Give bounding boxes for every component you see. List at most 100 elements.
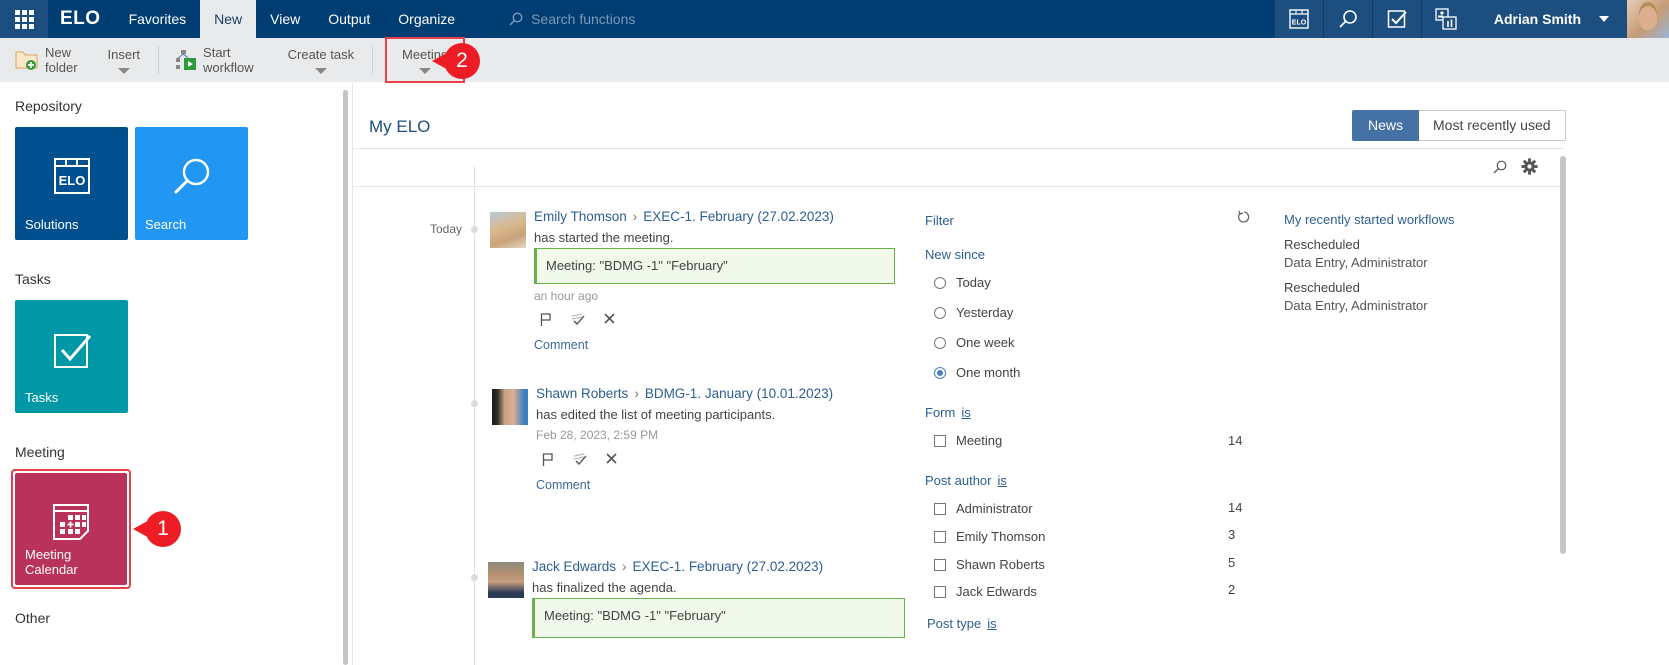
feed-settings-button[interactable] xyxy=(1521,158,1538,180)
solutions-icon: ELO xyxy=(1289,9,1309,29)
post-author-link[interactable]: Jack Edwards xyxy=(532,559,616,574)
top-navigation-bar: ELO Favorites New View Output Organize S… xyxy=(0,0,1669,38)
marker-number: 1 xyxy=(145,511,181,547)
refresh-button[interactable] xyxy=(1237,210,1251,229)
post-quote[interactable]: Meeting: "BDMG -1" "February" xyxy=(532,598,905,638)
checkbox[interactable] xyxy=(934,502,946,515)
radio-button[interactable] xyxy=(934,336,946,349)
timeline-dot xyxy=(471,574,478,581)
post-type-operator-link[interactable]: is xyxy=(987,616,996,631)
workflow-item[interactable]: Rescheduled Data Entry, Administrator xyxy=(1284,280,1455,313)
tasks-button[interactable] xyxy=(1371,0,1421,38)
post-time: an hour ago xyxy=(534,289,599,303)
insert-dropdown[interactable]: Insert xyxy=(96,47,153,74)
checkbox-jack-edwards[interactable]: Jack Edwards xyxy=(934,584,1037,599)
flag-icon[interactable] xyxy=(540,313,552,326)
tile-meeting-calendar[interactable]: Meeting Calendar xyxy=(11,469,131,589)
ribbon-toolbar: New folder Insert Start workflow Create ta… xyxy=(0,37,1669,83)
post-target-link[interactable]: EXEC-1. February (27.02.2023) xyxy=(643,209,834,224)
tile-tasks[interactable]: Tasks xyxy=(15,300,128,413)
radio-button[interactable] xyxy=(934,306,946,319)
form-filter-label: Form is xyxy=(925,405,971,420)
checkbox[interactable] xyxy=(934,558,946,571)
user-name: Adrian Smith xyxy=(1493,11,1581,27)
radio-one-month[interactable]: One month xyxy=(934,365,1020,380)
new-folder-button[interactable]: New folder xyxy=(0,38,88,82)
post-quote[interactable]: Meeting: "BDMG -1" "February" xyxy=(534,248,895,284)
author-avatar[interactable] xyxy=(488,562,524,598)
checkbox[interactable] xyxy=(934,530,946,543)
checkbox-emily-thomson[interactable]: Emily Thomson xyxy=(934,529,1045,544)
close-icon[interactable] xyxy=(604,313,615,324)
user-avatar[interactable] xyxy=(1627,0,1669,38)
checkbox-administrator[interactable]: Administrator xyxy=(934,501,1033,516)
left-pane-scrollbar[interactable] xyxy=(343,90,348,665)
radio-button[interactable] xyxy=(934,276,946,289)
option-label: Jack Edwards xyxy=(956,584,1037,599)
radio-today[interactable]: Today xyxy=(934,275,991,290)
author-avatar[interactable] xyxy=(492,389,528,425)
chevron-right-icon: › xyxy=(634,386,639,401)
tile-search[interactable]: Search xyxy=(135,127,248,240)
radio-button-selected[interactable] xyxy=(934,366,946,379)
post-author-link[interactable]: Emily Thomson xyxy=(534,209,627,224)
timeline-line xyxy=(474,166,475,665)
recent-workflows-title[interactable]: My recently started workflows xyxy=(1284,212,1455,227)
workflow-item[interactable]: Rescheduled Data Entry, Administrator xyxy=(1284,237,1455,270)
post-target-link[interactable]: EXEC-1. February (27.02.2023) xyxy=(633,559,824,574)
tab-output[interactable]: Output xyxy=(314,0,384,38)
checkbox[interactable] xyxy=(934,585,946,598)
dashboard-button[interactable] xyxy=(1420,0,1470,38)
checkbox-shawn-roberts[interactable]: Shawn Roberts xyxy=(934,557,1045,572)
tab-favorites[interactable]: Favorites xyxy=(115,0,201,38)
option-label: Shawn Roberts xyxy=(956,557,1045,572)
mark-read-icon[interactable] xyxy=(573,453,587,466)
tab-new[interactable]: New xyxy=(200,0,257,38)
user-menu[interactable]: Adrian Smith xyxy=(1469,0,1627,38)
flag-icon[interactable] xyxy=(542,453,554,466)
search-button[interactable] xyxy=(1322,0,1372,38)
checkbox-meeting[interactable]: Meeting xyxy=(934,433,1002,448)
tile-label: Solutions xyxy=(25,217,79,232)
start-workflow-button[interactable]: Start workflow xyxy=(165,38,264,82)
form-operator-link[interactable]: is xyxy=(961,405,970,420)
function-search[interactable]: Search functions xyxy=(509,11,635,27)
solutions-button[interactable]: ELO xyxy=(1273,0,1323,38)
dropdown-arrow-icon xyxy=(117,67,130,74)
section-title-other: Other xyxy=(15,610,51,626)
tile-solutions[interactable]: ELO Solutions xyxy=(15,127,128,240)
post-type-label: Post type xyxy=(927,616,982,631)
post-author-link[interactable]: Shawn Roberts xyxy=(536,386,628,401)
feed-search-button[interactable] xyxy=(1493,160,1507,179)
author-avatar[interactable] xyxy=(490,212,526,248)
post-target-link[interactable]: BDMG-1. January (10.01.2023) xyxy=(645,386,833,401)
option-label: Administrator xyxy=(956,501,1033,516)
timeline-label-today: Today xyxy=(430,222,463,236)
tab-view[interactable]: View xyxy=(256,0,314,38)
tile-label: Meeting Calendar xyxy=(25,547,78,577)
radio-one-week[interactable]: One week xyxy=(934,335,1015,350)
close-icon[interactable] xyxy=(606,453,617,464)
search-placeholder: Search functions xyxy=(531,11,636,27)
timeline-dot xyxy=(471,400,478,407)
post-action: has edited the list of meeting participa… xyxy=(536,407,776,422)
ribbon-divider xyxy=(372,46,374,74)
svg-text:ELO: ELO xyxy=(58,173,85,188)
post-author-operator-link[interactable]: is xyxy=(998,473,1007,488)
feed-scrollbar[interactable] xyxy=(1560,156,1566,554)
tab-organize[interactable]: Organize xyxy=(384,0,469,38)
comment-link[interactable]: Comment xyxy=(534,338,588,352)
elo-logo: ELO xyxy=(60,8,101,29)
tab-most-recently-used[interactable]: Most recently used xyxy=(1419,110,1566,141)
start-workflow-label-1: Start xyxy=(203,45,231,60)
new-folder-label-2: folder xyxy=(45,60,78,75)
checkbox[interactable] xyxy=(934,434,946,447)
grid-icon xyxy=(14,9,34,29)
radio-yesterday[interactable]: Yesterday xyxy=(934,305,1013,320)
mark-read-icon[interactable] xyxy=(571,313,585,326)
comment-link[interactable]: Comment xyxy=(536,478,590,492)
app-launcher-button[interactable] xyxy=(0,0,48,38)
tab-news[interactable]: News xyxy=(1352,110,1420,141)
create-task-dropdown[interactable]: Create task xyxy=(276,47,366,74)
workflow-name: Rescheduled xyxy=(1284,237,1360,252)
